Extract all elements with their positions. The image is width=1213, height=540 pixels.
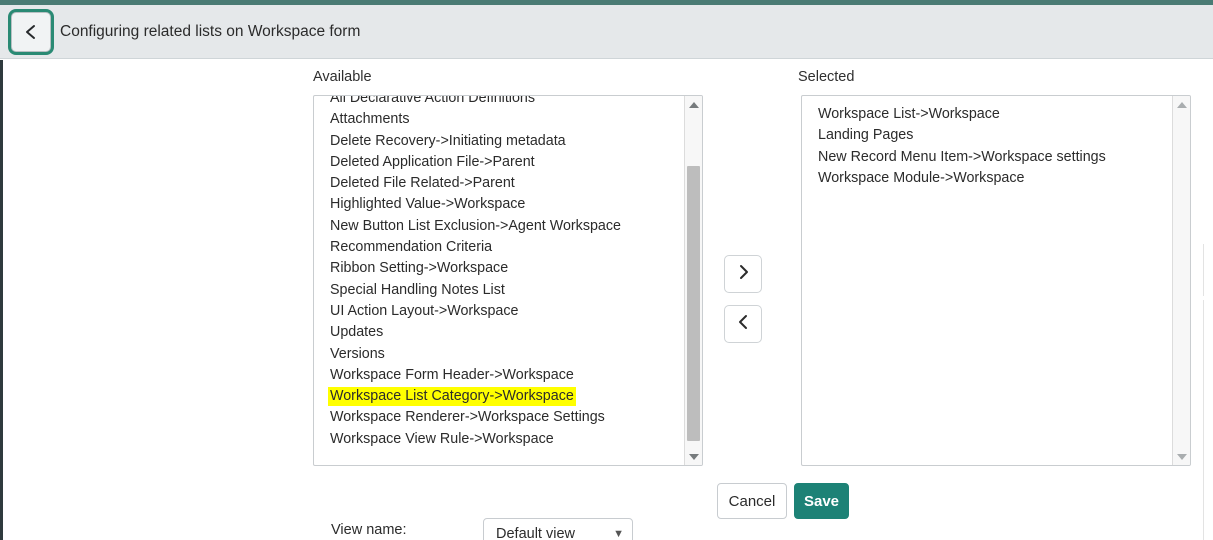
configure-related-lists-dialog: Configuring related lists on Workspace f… xyxy=(0,0,1213,540)
scroll-down-arrow-icon[interactable] xyxy=(685,449,702,464)
selected-label: Selected xyxy=(798,69,855,85)
list-item[interactable]: Workspace List->Workspace xyxy=(802,104,1172,125)
list-item[interactable]: Updates xyxy=(314,322,684,343)
available-list: All Declarative Action Definitions Attach… xyxy=(314,96,684,465)
chevron-down-icon: ▼ xyxy=(613,528,624,540)
cancel-button[interactable]: Cancel xyxy=(717,483,787,519)
scrollbar-thumb[interactable] xyxy=(687,166,700,441)
header-bar: Configuring related lists on Workspace f… xyxy=(0,5,1213,59)
list-item[interactable]: Deleted File Related->Parent xyxy=(314,173,684,194)
list-item[interactable]: Recommendation Criteria xyxy=(314,237,684,258)
available-label: Available xyxy=(313,69,372,85)
list-item[interactable]: Deleted Application File->Parent xyxy=(314,152,684,173)
list-item[interactable]: Versions xyxy=(314,344,684,365)
available-listbox[interactable]: All Declarative Action Definitions Attach… xyxy=(313,95,703,466)
left-page-border xyxy=(0,60,3,540)
remove-from-selected-button[interactable] xyxy=(724,305,762,343)
list-item[interactable]: New Record Menu Item->Workspace settings xyxy=(802,147,1172,168)
back-button[interactable] xyxy=(11,12,51,52)
scroll-up-arrow-icon[interactable] xyxy=(1173,97,1190,112)
chevron-left-icon xyxy=(24,23,38,41)
save-button[interactable]: Save xyxy=(794,483,849,519)
list-item[interactable]: All Declarative Action Definitions xyxy=(314,96,684,109)
list-item[interactable]: Ribbon Setting->Workspace xyxy=(314,258,684,279)
scroll-down-arrow-icon[interactable] xyxy=(1173,449,1190,464)
selected-listbox[interactable]: Workspace List->Workspace Landing Pages Ne… xyxy=(801,95,1191,466)
list-item[interactable]: Delete Recovery->Initiating metadata xyxy=(314,131,684,152)
list-item[interactable]: Workspace Renderer->Workspace Settings xyxy=(314,407,684,428)
right-edge-panel-top xyxy=(1203,244,1213,296)
view-name-value: Default view xyxy=(496,526,575,540)
list-item[interactable]: Special Handling Notes List xyxy=(314,280,684,301)
list-item[interactable]: New Button List Exclusion->Agent Workspa… xyxy=(314,216,684,237)
scroll-up-arrow-icon[interactable] xyxy=(685,97,702,112)
list-item[interactable]: Highlighted Value->Workspace xyxy=(314,194,684,215)
list-item[interactable]: UI Action Layout->Workspace xyxy=(314,301,684,322)
available-scrollbar[interactable] xyxy=(684,96,702,465)
selected-list: Workspace List->Workspace Landing Pages Ne… xyxy=(802,104,1172,465)
add-to-selected-button[interactable] xyxy=(724,255,762,293)
chevron-left-icon xyxy=(737,314,750,335)
selected-scrollbar[interactable] xyxy=(1172,96,1190,465)
chevron-right-icon xyxy=(737,264,750,285)
highlighted-list-item-text: Workspace List Category->Workspace xyxy=(328,387,576,407)
page-title: Configuring related lists on Workspace f… xyxy=(60,23,361,40)
right-edge-panel-bottom xyxy=(1203,300,1213,540)
list-item[interactable]: Workspace Module->Workspace xyxy=(802,168,1172,189)
list-item[interactable]: Landing Pages xyxy=(802,125,1172,146)
list-item[interactable]: Workspace Form Header->Workspace xyxy=(314,365,684,386)
list-item[interactable]: Attachments xyxy=(314,109,684,130)
list-item[interactable]: Workspace List Category->Workspace xyxy=(314,386,684,407)
view-name-select[interactable]: Default view ▼ xyxy=(483,518,633,540)
list-item[interactable]: Workspace View Rule->Workspace xyxy=(314,429,684,450)
view-name-label: View name: xyxy=(331,522,407,538)
